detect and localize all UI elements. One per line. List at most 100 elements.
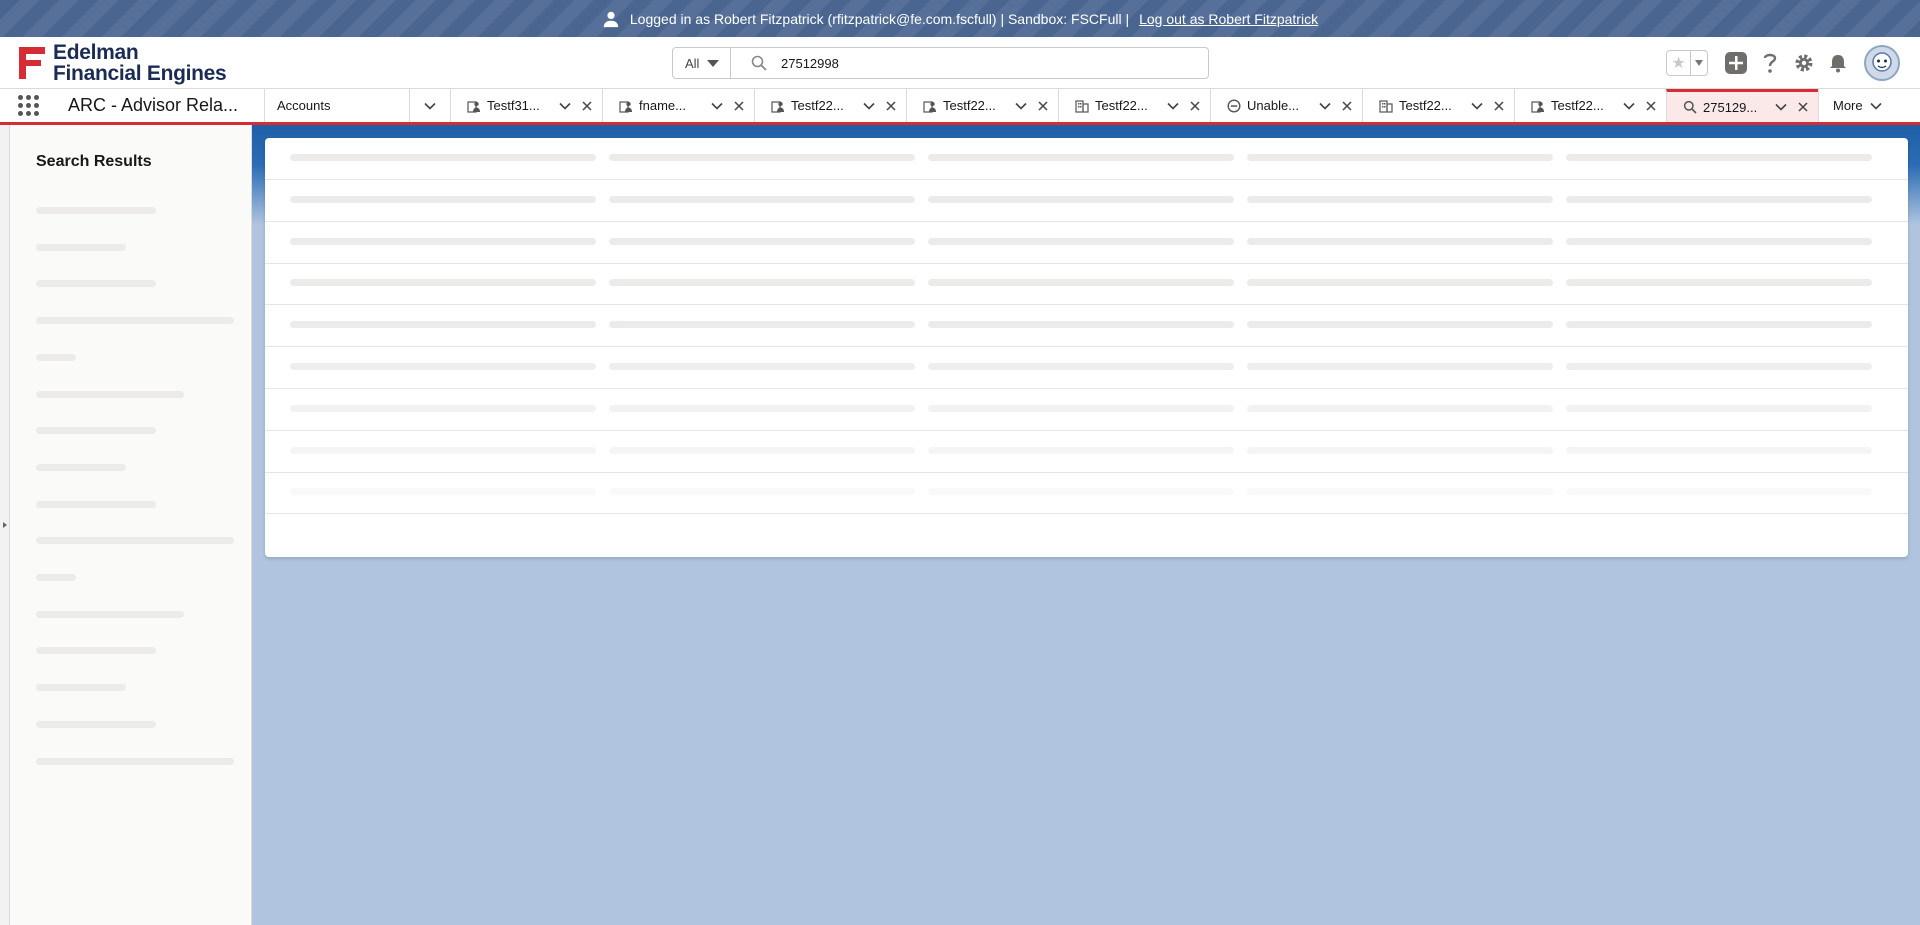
close-icon[interactable] — [580, 99, 594, 113]
table-row — [265, 347, 1908, 389]
loading-placeholder — [928, 488, 1234, 496]
tab-label: Testf22... — [943, 98, 996, 113]
close-icon[interactable] — [1036, 99, 1050, 113]
chevron-down-icon[interactable] — [558, 99, 572, 113]
loading-placeholder — [609, 488, 915, 496]
loading-placeholder — [1247, 404, 1553, 412]
table-row — [265, 263, 1908, 306]
workspace-tab[interactable]: Testf22... — [906, 89, 1058, 122]
close-icon[interactable] — [1492, 99, 1506, 113]
chevron-down-icon[interactable] — [1774, 100, 1788, 114]
loading-placeholder — [1247, 154, 1553, 161]
user-avatar-icon — [1872, 52, 1892, 72]
global-search: All — [672, 47, 1209, 79]
workspace-tab[interactable]: Testf22... — [1058, 89, 1210, 122]
workspace-tab[interactable]: Testf22... — [1514, 89, 1666, 122]
loading-placeholder — [290, 488, 596, 496]
global-actions-button[interactable] — [1724, 51, 1748, 75]
setup-button[interactable] — [1792, 51, 1816, 75]
close-icon[interactable] — [732, 99, 746, 113]
loading-placeholder — [928, 154, 1234, 161]
favorites-dropdown[interactable] — [1691, 51, 1707, 75]
loading-placeholder — [928, 321, 1234, 329]
tab-label: Testf22... — [1399, 98, 1452, 113]
loading-placeholder — [609, 321, 915, 329]
tab-label: Testf22... — [791, 98, 844, 113]
app-launcher-button[interactable] — [0, 89, 56, 122]
workspace-tab[interactable]: Testf22... — [1362, 89, 1514, 122]
chevron-down-icon[interactable] — [1014, 99, 1028, 113]
star-icon[interactable]: ★ — [1667, 51, 1691, 75]
person-account-icon — [1531, 99, 1545, 113]
loading-placeholder — [1247, 446, 1553, 454]
search-scope-dropdown[interactable]: All — [673, 48, 731, 78]
help-button[interactable] — [1758, 51, 1782, 75]
workspace-tab[interactable]: Testf22... — [754, 89, 906, 122]
loading-placeholder — [1566, 404, 1872, 412]
chevron-down-icon[interactable] — [710, 99, 724, 113]
logo-line1: Edelman — [53, 41, 139, 64]
loading-placeholder — [1247, 279, 1553, 287]
person-account-icon — [619, 99, 633, 113]
person-account-icon — [771, 99, 785, 113]
avatar[interactable] — [1864, 45, 1900, 81]
loading-placeholder — [1566, 279, 1872, 287]
gear-icon — [1795, 54, 1813, 72]
app-launcher-icon — [17, 95, 39, 116]
notifications-button[interactable] — [1826, 51, 1850, 75]
chevron-down-icon[interactable] — [1318, 99, 1332, 113]
loading-placeholder — [36, 537, 234, 545]
loading-placeholder — [36, 720, 156, 728]
loading-placeholder — [290, 195, 596, 203]
table-row — [265, 514, 1908, 556]
results-panel-loading — [265, 138, 1908, 557]
company-logo[interactable]: Edelman Financial Engines — [15, 41, 227, 84]
household-icon — [1379, 99, 1393, 113]
loading-placeholder — [290, 237, 596, 245]
loading-placeholder — [609, 446, 915, 454]
caret-down-icon — [1695, 60, 1703, 66]
tab-label: Testf31... — [487, 98, 540, 113]
expand-arrow-icon — [3, 522, 7, 528]
close-icon[interactable] — [884, 99, 898, 113]
bell-icon — [1830, 55, 1846, 73]
sidebar-collapse-handle[interactable] — [0, 125, 10, 925]
close-icon[interactable] — [1340, 99, 1354, 113]
favorites-control[interactable]: ★ — [1666, 50, 1708, 76]
workspace-tab[interactable]: Unable... — [1210, 89, 1362, 122]
chevron-down-icon[interactable] — [862, 99, 876, 113]
close-icon[interactable] — [1796, 100, 1810, 114]
loading-placeholder — [36, 280, 156, 288]
edelman-logo-icon — [19, 47, 45, 79]
table-row — [265, 305, 1908, 348]
workspace-tab[interactable]: fname... — [602, 89, 754, 122]
loading-placeholder — [290, 321, 596, 329]
chevron-down-icon[interactable] — [1166, 99, 1180, 113]
close-icon[interactable] — [1644, 99, 1658, 113]
loading-placeholder — [36, 500, 156, 508]
search-input[interactable] — [781, 55, 1161, 71]
workspace-tab[interactable]: Testf31... — [450, 89, 602, 122]
loading-placeholder — [928, 279, 1234, 287]
accounts-dropdown-button[interactable] — [409, 89, 450, 122]
chevron-down-icon[interactable] — [1622, 99, 1636, 113]
loading-placeholder — [36, 207, 156, 214]
table-row — [265, 222, 1908, 264]
household-icon — [1075, 99, 1089, 113]
global-header: Edelman Financial Engines All ★ — [0, 37, 1920, 88]
logout-link[interactable]: Log out as Robert Fitzpatrick — [1139, 11, 1318, 27]
loading-placeholder — [1247, 237, 1553, 245]
table-row — [265, 180, 1908, 222]
loading-placeholder — [36, 317, 234, 325]
loading-placeholder — [1566, 488, 1872, 496]
chevron-down-icon — [1870, 102, 1882, 110]
loading-placeholder — [928, 363, 1234, 370]
chevron-down-icon[interactable] — [1470, 99, 1484, 113]
more-tabs-button[interactable]: More — [1818, 89, 1897, 122]
loading-placeholder — [36, 574, 76, 581]
nav-item-accounts[interactable]: Accounts — [264, 89, 409, 122]
loading-placeholder — [1566, 154, 1872, 161]
error-icon — [1227, 98, 1241, 113]
close-icon[interactable] — [1188, 99, 1202, 113]
workspace-tab[interactable]: 275129... — [1666, 89, 1818, 122]
